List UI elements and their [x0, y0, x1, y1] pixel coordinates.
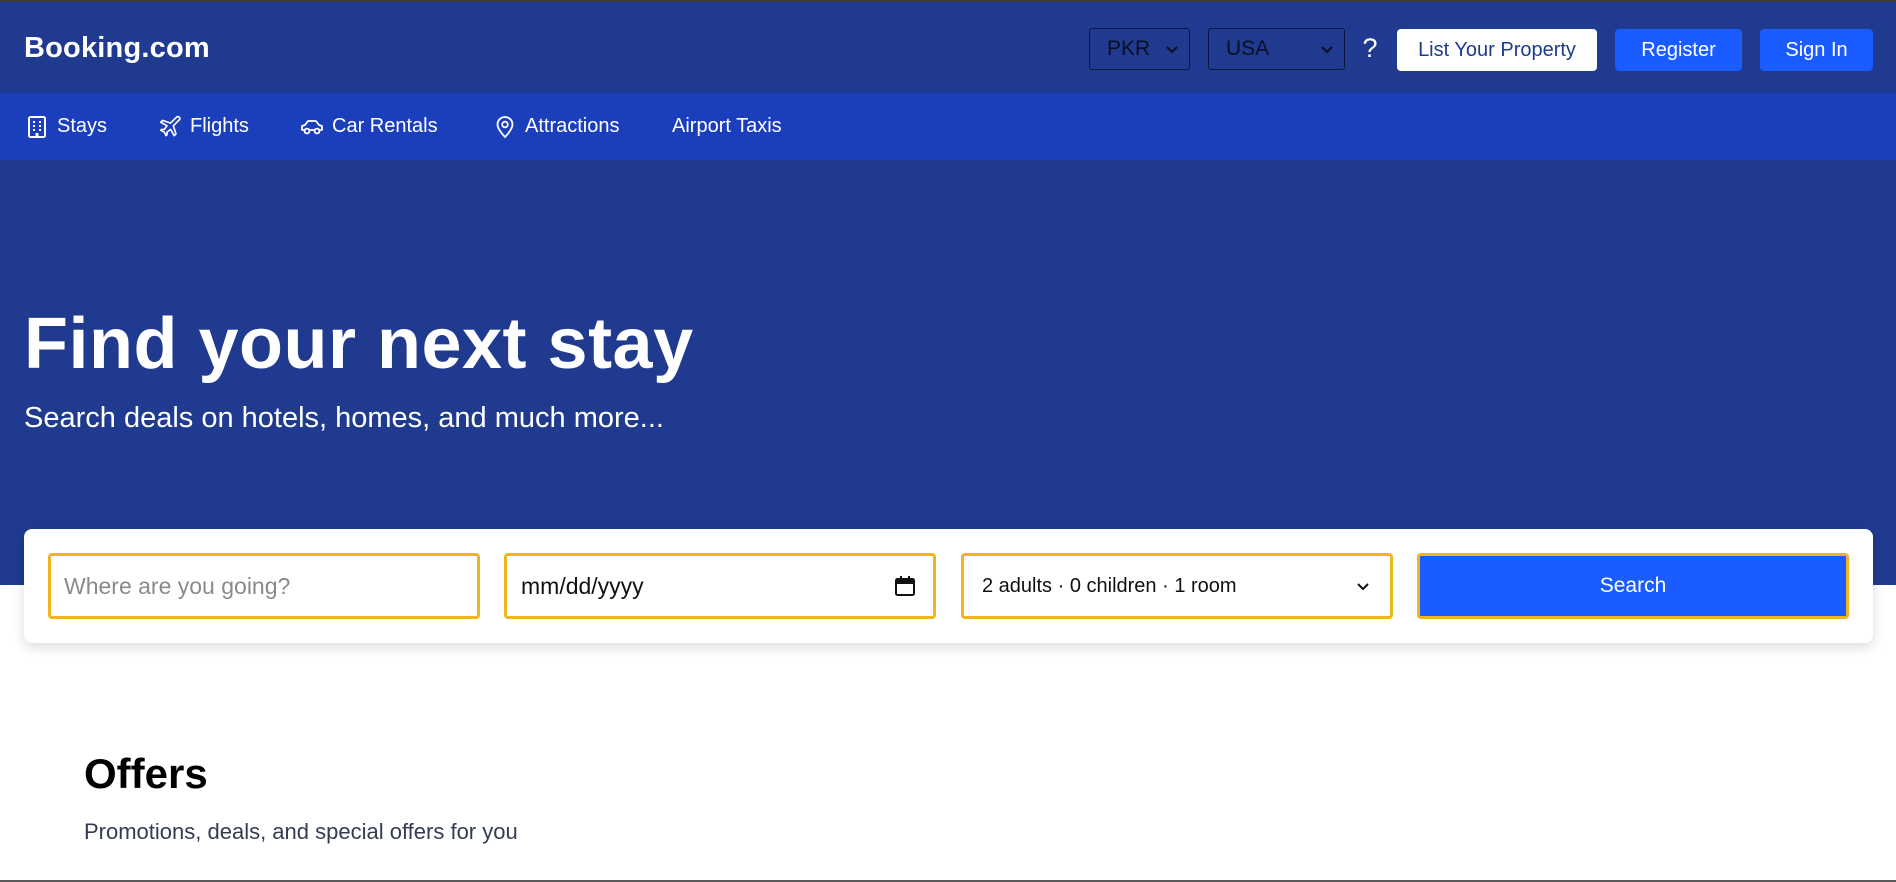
nav-item-car-rentals[interactable]: Car Rentals — [300, 93, 438, 160]
chevron-down-icon — [1321, 46, 1333, 54]
hero-subtitle: Search deals on hotels, homes, and much … — [24, 402, 664, 434]
hero-title: Find your next stay — [24, 304, 694, 384]
country-select[interactable]: USA — [1208, 28, 1345, 70]
offers-title: Offers — [84, 750, 208, 797]
country-select-value: USA — [1226, 37, 1270, 60]
calendar-icon[interactable] — [893, 574, 917, 598]
search-bar: Where are you going? mm/dd/yyyy 2 adults… — [24, 529, 1873, 643]
chevron-down-icon — [1357, 583, 1369, 591]
nav-item-label: Flights — [190, 115, 249, 137]
plane-icon — [159, 115, 181, 137]
date-input[interactable]: mm/dd/yyyy — [504, 553, 936, 619]
currency-select[interactable]: PKR — [1089, 28, 1190, 70]
main-nav: Stays Flights Car Rentals Attractions Ai — [0, 93, 1896, 160]
hero-banner: Find your next stay Search deals on hote… — [0, 160, 1896, 585]
currency-select-value: PKR — [1107, 37, 1151, 60]
nav-item-label: Stays — [57, 115, 108, 137]
chevron-down-icon — [1166, 46, 1178, 54]
nav-item-airport-taxis[interactable]: Airport Taxis — [672, 93, 782, 160]
register-button[interactable]: Register — [1615, 29, 1742, 71]
offers-subtitle: Promotions, deals, and special offers fo… — [84, 819, 518, 844]
search-button[interactable]: Search — [1417, 553, 1849, 619]
nav-item-label: Attractions — [525, 115, 620, 137]
destination-placeholder: Where are you going? — [64, 572, 291, 599]
date-value: mm/dd/yyyy — [521, 572, 644, 599]
list-property-button[interactable]: List Your Property — [1397, 29, 1597, 71]
help-icon[interactable]: ? — [1360, 32, 1380, 64]
nav-item-label: Car Rentals — [332, 115, 438, 137]
logo[interactable]: Booking.com — [24, 32, 210, 65]
guests-value: 2 adults · 0 children · 1 room — [982, 574, 1237, 597]
nav-item-stays[interactable]: Stays — [25, 93, 107, 160]
car-icon — [301, 119, 323, 134]
nav-item-label: Airport Taxis — [672, 115, 782, 137]
sign-in-button[interactable]: Sign In — [1760, 29, 1873, 71]
nav-item-flights[interactable]: Flights — [158, 93, 249, 160]
map-pin-icon — [496, 115, 514, 138]
destination-input[interactable]: Where are you going? — [48, 553, 480, 619]
building-icon — [28, 115, 46, 138]
nav-item-attractions[interactable]: Attractions — [493, 93, 619, 160]
guests-select[interactable]: 2 adults · 0 children · 1 room — [961, 553, 1393, 619]
top-header: Booking.com PKR USA ? List Your Property… — [0, 2, 1896, 93]
page: Booking.com PKR USA ? List Your Property… — [0, 0, 1896, 882]
